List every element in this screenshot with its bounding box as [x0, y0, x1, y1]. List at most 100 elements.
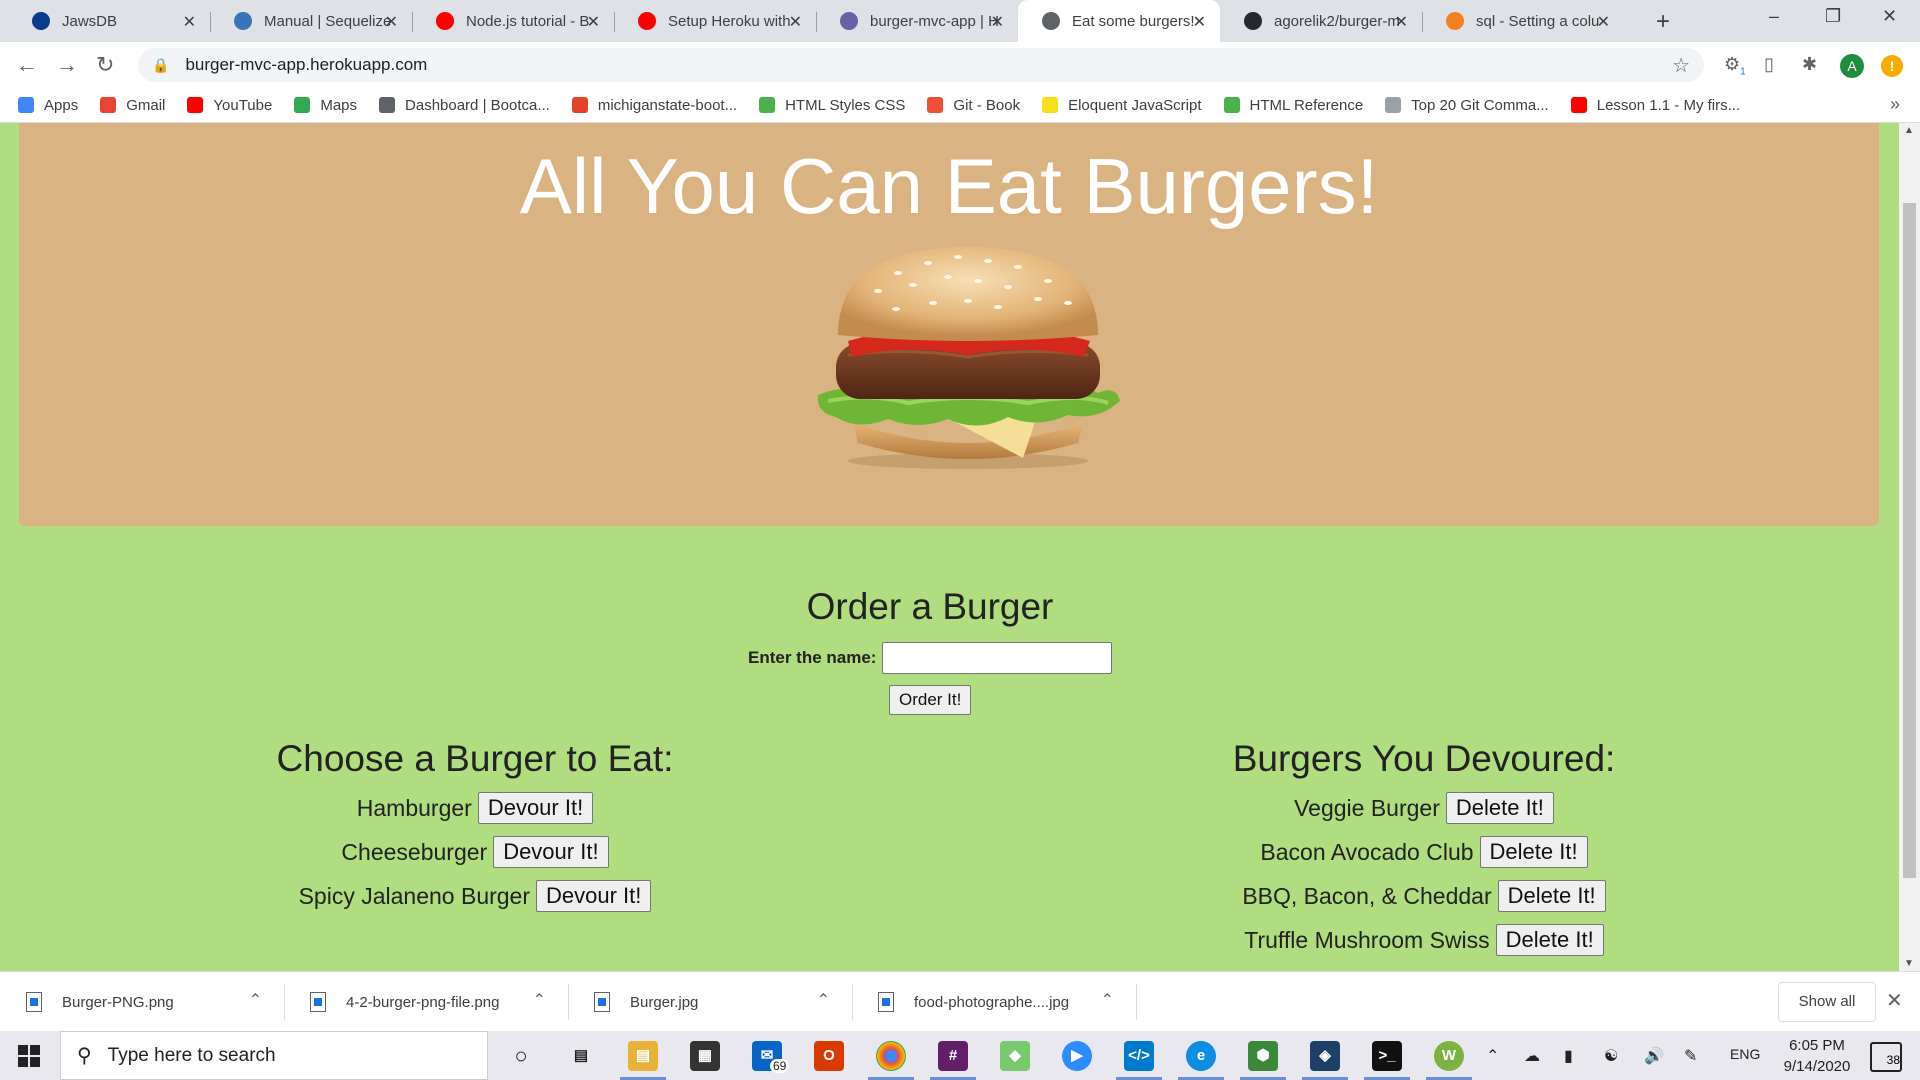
download-options-icon[interactable]: ⌃	[249, 990, 262, 1010]
bookmark-item[interactable]: HTML Styles CSS	[759, 97, 905, 114]
bookmark-item[interactable]: Maps	[294, 97, 357, 114]
tray-chevron-icon[interactable]: ⌃	[1486, 1046, 1499, 1066]
wamp-icon[interactable]: W	[1426, 1041, 1472, 1080]
minimize-icon[interactable]: –	[1769, 6, 1779, 27]
notification-center-icon[interactable]: 38	[1870, 1042, 1902, 1072]
lock-icon[interactable]: 🔒	[152, 57, 169, 74]
burger-name-input[interactable]	[882, 642, 1113, 674]
delete-button[interactable]: Delete It!	[1479, 836, 1588, 868]
edge-icon[interactable]: e	[1178, 1041, 1224, 1080]
tab-separator	[614, 12, 615, 32]
bookmark-item[interactable]: YouTube	[187, 97, 272, 114]
bookmark-star-icon[interactable]: ☆	[1672, 53, 1690, 78]
bookmark-item[interactable]: Git - Book	[927, 97, 1020, 114]
clipboard-extension-icon[interactable]: ▯	[1764, 54, 1774, 75]
profile-avatar[interactable]: A	[1840, 54, 1864, 78]
bookmarks-overflow-icon[interactable]: »	[1890, 94, 1900, 115]
battery-icon[interactable]: ▮	[1564, 1046, 1573, 1066]
browser-tab[interactable]: JawsDB ✕	[8, 0, 210, 42]
file-explorer-icon[interactable]: ▤	[620, 1041, 666, 1080]
browser-tab[interactable]: Node.js tutorial - B ✕	[412, 0, 614, 42]
tab-close-icon[interactable]: ✕	[991, 12, 1004, 32]
tab-favicon-icon	[638, 12, 656, 30]
show-all-button[interactable]: Show all	[1778, 982, 1876, 1022]
bookmark-item[interactable]: Eloquent JavaScript	[1042, 97, 1202, 114]
file-icon	[26, 992, 42, 1012]
mysql-workbench-icon[interactable]: ◈	[1302, 1041, 1348, 1080]
burger-name: Bacon Avocado Club	[1260, 838, 1474, 865]
delete-button[interactable]: Delete It!	[1497, 880, 1606, 912]
delete-button[interactable]: Delete It!	[1445, 792, 1554, 824]
order-button[interactable]: Order It!	[889, 685, 972, 715]
tab-close-icon[interactable]: ✕	[789, 12, 802, 32]
store-icon[interactable]: ▦	[690, 1041, 720, 1071]
volume-icon[interactable]: 🔊	[1644, 1046, 1664, 1066]
order-form: Enter the name:	[748, 642, 1113, 674]
bookmark-item[interactable]: Top 20 Git Comma...	[1385, 97, 1549, 114]
onedrive-icon[interactable]: ☁	[1524, 1046, 1540, 1066]
tab-close-icon[interactable]: ✕	[1597, 12, 1610, 32]
download-options-icon[interactable]: ⌃	[1101, 990, 1114, 1010]
chrome-icon[interactable]	[868, 1041, 914, 1080]
page-scrollbar[interactable]: ▲ ▼	[1899, 123, 1920, 971]
devour-button[interactable]: Devour It!	[493, 836, 609, 868]
bookmark-item[interactable]: Gmail	[100, 97, 165, 114]
bookmark-item[interactable]: Apps	[18, 97, 78, 114]
wifi-icon[interactable]: ☯	[1604, 1046, 1618, 1066]
bookmark-item[interactable]: Dashboard | Bootca...	[379, 97, 550, 114]
download-options-icon[interactable]: ⌃	[533, 990, 546, 1010]
terminal-icon[interactable]: >_	[1364, 1041, 1410, 1080]
windows-start-icon[interactable]	[18, 1045, 40, 1067]
download-item[interactable]: Burger-PNG.png ⌃	[0, 972, 284, 1032]
close-shelf-icon[interactable]: ✕	[1886, 988, 1903, 1013]
browser-tab[interactable]: Setup Heroku with ✕	[614, 0, 816, 42]
delete-button[interactable]: Delete It!	[1495, 924, 1604, 956]
back-icon[interactable]: ←	[16, 52, 38, 78]
taskbar-search[interactable]: ⚲ Type here to search	[60, 1031, 488, 1080]
task-view-icon[interactable]: ▤	[566, 1041, 596, 1071]
zoom-icon[interactable]: ▶	[1062, 1041, 1092, 1071]
bookmark-item[interactable]: Lesson 1.1 - My firs...	[1570, 97, 1740, 114]
pen-icon[interactable]: ✎	[1684, 1046, 1697, 1066]
office-icon[interactable]: O	[814, 1041, 844, 1071]
restore-icon[interactable]: ❐	[1825, 6, 1841, 27]
bookmark-item[interactable]: michiganstate-boot...	[571, 97, 737, 114]
devour-button[interactable]: Devour It!	[477, 792, 594, 824]
download-item[interactable]: 4-2-burger-png-file.png ⌃	[284, 972, 568, 1032]
vscode-icon[interactable]: </>	[1116, 1041, 1162, 1080]
scrollbar-thumb[interactable]	[1903, 203, 1916, 878]
tab-close-icon[interactable]: ✕	[587, 12, 600, 32]
download-item[interactable]: food-photographe....jpg ⌃	[852, 972, 1136, 1032]
slack-icon[interactable]: #	[930, 1041, 976, 1080]
url-text[interactable]: burger-mvc-app.herokuapp.com	[185, 55, 427, 75]
nodejs-icon[interactable]: ⬢	[1240, 1041, 1286, 1080]
tab-close-icon[interactable]: ✕	[183, 12, 196, 32]
browser-tab[interactable]: burger-mvc-app | H ✕	[816, 0, 1018, 42]
browser-tab[interactable]: sql - Setting a colu ✕	[1422, 0, 1624, 42]
bookmark-item[interactable]: HTML Reference	[1223, 97, 1363, 114]
scroll-up-icon[interactable]: ▲	[1904, 125, 1914, 136]
new-tab-button[interactable]: +	[1656, 8, 1670, 36]
translate-extension-icon[interactable]: ⚙1	[1724, 54, 1746, 78]
tab-close-icon[interactable]: ✕	[385, 12, 398, 32]
tab-close-icon[interactable]: ✕	[1395, 12, 1408, 32]
download-separator	[1136, 984, 1137, 1020]
browser-tab[interactable]: Manual | Sequelize ✕	[210, 0, 412, 42]
download-options-icon[interactable]: ⌃	[817, 990, 830, 1010]
reload-icon[interactable]: ↻	[96, 52, 114, 78]
language-indicator[interactable]: ENG	[1730, 1046, 1760, 1062]
browser-tab[interactable]: Eat some burgers! ✕	[1018, 0, 1220, 42]
download-item[interactable]: Burger.jpg ⌃	[568, 972, 852, 1032]
update-badge-icon[interactable]: !	[1881, 55, 1903, 77]
gitkraken-icon[interactable]: ◆	[1000, 1041, 1030, 1071]
scroll-down-icon[interactable]: ▼	[1904, 958, 1914, 969]
extensions-puzzle-icon[interactable]: ✱	[1802, 54, 1817, 75]
cortana-icon[interactable]: ○	[506, 1041, 536, 1071]
address-bar[interactable]: 🔒 burger-mvc-app.herokuapp.com ☆	[138, 48, 1704, 82]
close-window-icon[interactable]: ✕	[1882, 6, 1897, 27]
browser-tab[interactable]: agorelik2/burger-m ✕	[1220, 0, 1422, 42]
tab-close-icon[interactable]: ✕	[1193, 12, 1206, 32]
taskbar-clock[interactable]: 6:05 PM 9/14/2020	[1772, 1035, 1862, 1077]
devour-button[interactable]: Devour It!	[536, 880, 652, 912]
forward-icon[interactable]: →	[56, 52, 78, 78]
